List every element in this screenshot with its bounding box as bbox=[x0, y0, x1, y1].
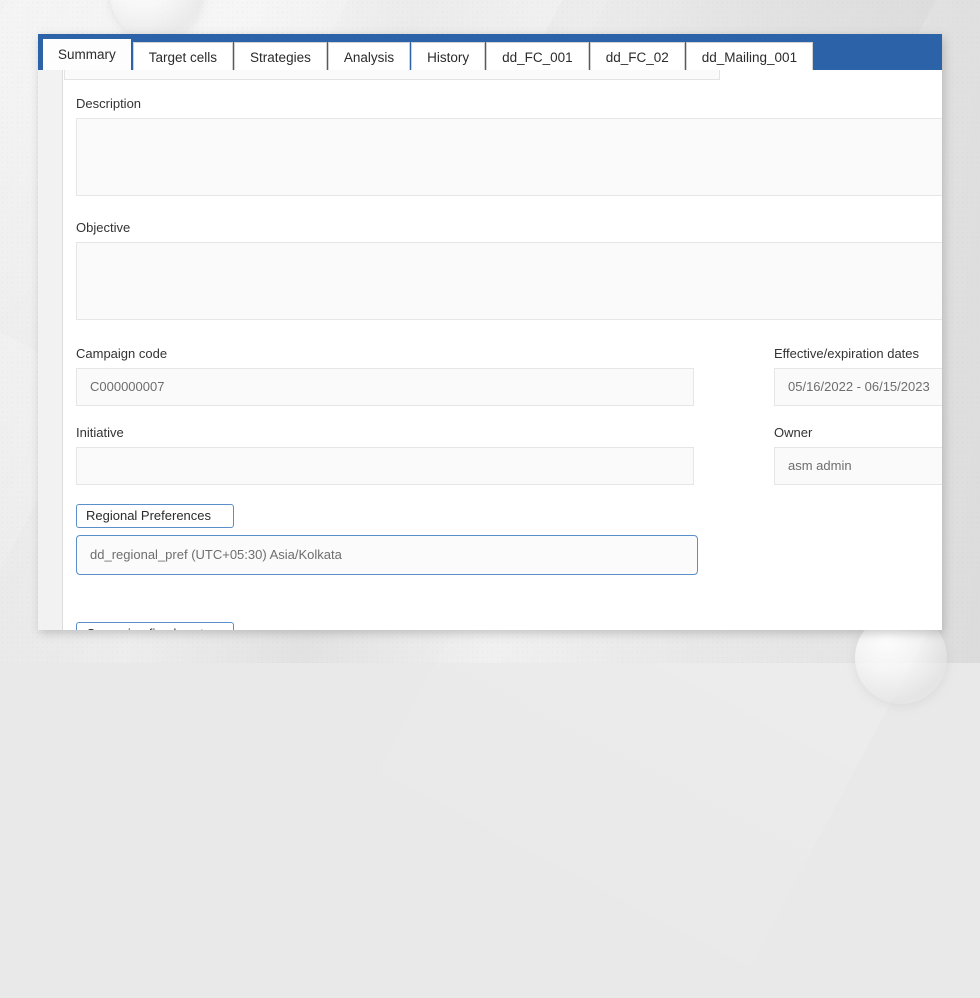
field-group-effective-dates: Effective/expiration dates 05/16/2022 - … bbox=[774, 346, 942, 406]
field-group-campaign-code: Campaign code C000000007 bbox=[76, 346, 694, 406]
field-row-code-dates: Campaign code C000000007 Effective/expir… bbox=[76, 346, 942, 406]
owner-label: Owner bbox=[774, 425, 942, 440]
tab-summary[interactable]: Summary bbox=[42, 38, 132, 70]
tab-dd-fc-001[interactable]: dd_FC_001 bbox=[486, 42, 589, 70]
tab-label: Analysis bbox=[344, 50, 394, 65]
owner-input[interactable]: asm admin bbox=[774, 447, 942, 485]
tab-strip: Summary Target cells Strategies Analysis… bbox=[38, 34, 942, 70]
campaign-window: Summary Target cells Strategies Analysis… bbox=[38, 34, 942, 630]
tab-dd-fc-02[interactable]: dd_FC_02 bbox=[590, 42, 685, 70]
tab-analysis[interactable]: Analysis bbox=[328, 42, 410, 70]
tab-label: dd_FC_001 bbox=[502, 50, 573, 65]
field-group-campaign-fixed-cost: Campaign fixed cost: bbox=[76, 622, 942, 630]
clipped-field-above-description[interactable] bbox=[64, 70, 720, 80]
description-label: Description bbox=[76, 96, 942, 111]
summary-form-content: Description Objective Campaign code C000… bbox=[64, 70, 942, 630]
field-group-initiative: Initiative bbox=[76, 425, 694, 485]
field-group-regional-preferences: Regional Preferences dd_regional_pref (U… bbox=[76, 504, 942, 575]
effective-dates-input[interactable]: 05/16/2022 - 06/15/2023 bbox=[774, 368, 942, 406]
campaign-code-input[interactable]: C000000007 bbox=[76, 368, 694, 406]
tab-history[interactable]: History bbox=[411, 42, 485, 70]
objective-textarea[interactable] bbox=[76, 242, 942, 320]
objective-label: Objective bbox=[76, 220, 942, 235]
field-group-objective: Objective bbox=[76, 220, 942, 320]
tab-label: Target cells bbox=[149, 50, 217, 65]
tab-dd-mailing-001[interactable]: dd_Mailing_001 bbox=[686, 42, 813, 70]
regional-preferences-label: Regional Preferences bbox=[76, 504, 234, 528]
description-textarea[interactable] bbox=[76, 118, 942, 196]
tab-strategies[interactable]: Strategies bbox=[234, 42, 327, 70]
tab-target-cells[interactable]: Target cells bbox=[133, 42, 233, 70]
tab-label: dd_Mailing_001 bbox=[702, 50, 797, 65]
tab-label: dd_FC_02 bbox=[606, 50, 669, 65]
initiative-input[interactable] bbox=[76, 447, 694, 485]
field-row-initiative-owner: Initiative Owner asm admin bbox=[76, 425, 942, 485]
initiative-label: Initiative bbox=[76, 425, 694, 440]
tab-label: Summary bbox=[58, 47, 116, 62]
form-left-gutter bbox=[38, 70, 63, 630]
tab-label: History bbox=[427, 50, 469, 65]
tab-label: Strategies bbox=[250, 50, 311, 65]
regional-preferences-input[interactable]: dd_regional_pref (UTC+05:30) Asia/Kolkat… bbox=[76, 535, 698, 575]
field-group-owner: Owner asm admin bbox=[774, 425, 942, 485]
field-group-description: Description bbox=[76, 96, 942, 196]
effective-dates-label: Effective/expiration dates bbox=[774, 346, 942, 361]
summary-form-body: Description Objective Campaign code C000… bbox=[38, 70, 942, 630]
campaign-code-label: Campaign code bbox=[76, 346, 694, 361]
campaign-fixed-cost-label: Campaign fixed cost: bbox=[76, 622, 234, 630]
